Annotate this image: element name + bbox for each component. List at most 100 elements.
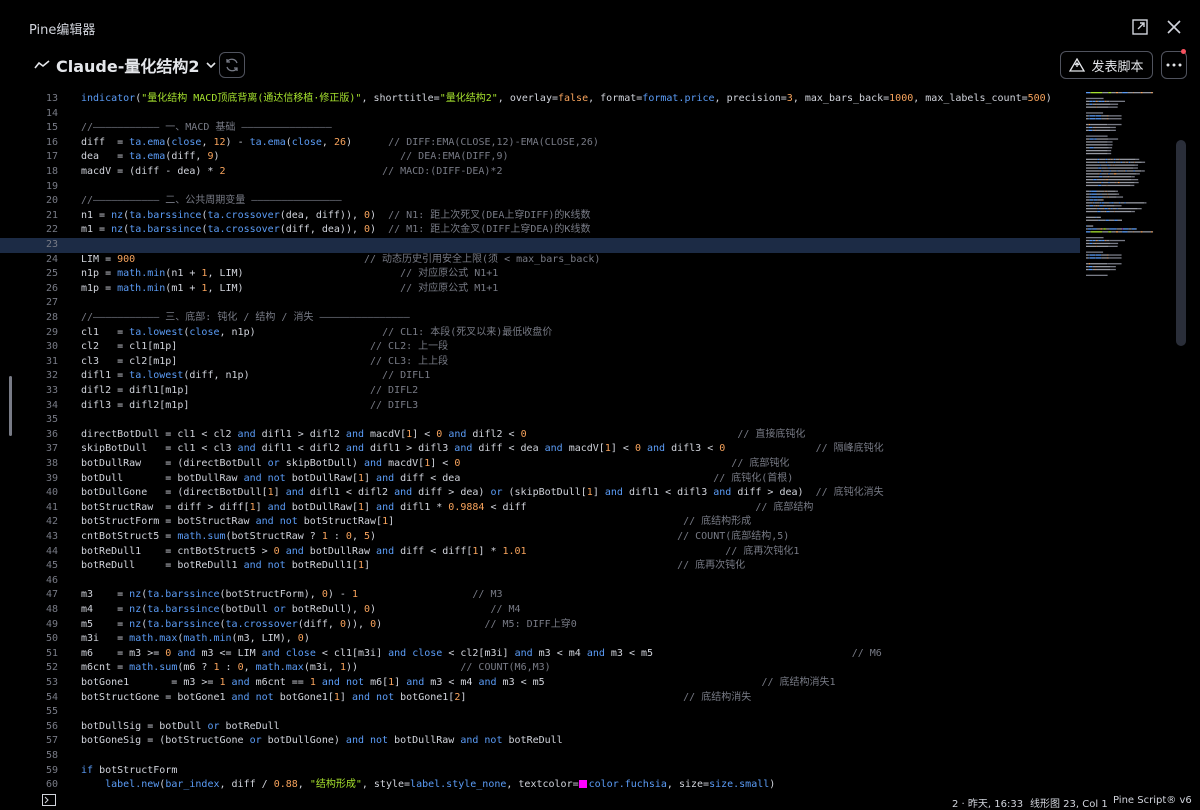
code-line[interactable]: 14 bbox=[0, 107, 1080, 122]
code-line[interactable]: 31 cl3 = cl2[m1p] // CL3: 上上段 bbox=[0, 355, 1080, 370]
code-token: botReDull = botReDull1 bbox=[81, 560, 244, 572]
script-selector[interactable]: Claude-量化结构2 bbox=[34, 53, 216, 77]
code-line[interactable]: 44 botReDull1 = cntBotStruct5 > 0 and bot… bbox=[0, 545, 1080, 560]
minimap-mark bbox=[1106, 184, 1108, 187]
code-line[interactable]: 36 directBotDull = cl1 < cl2 and difl1 > … bbox=[0, 428, 1080, 443]
code-token: , bbox=[243, 662, 256, 674]
code-line[interactable]: 58 bbox=[0, 749, 1080, 764]
code-text: difl2 = difl1[m1p] // DIFL2 bbox=[81, 384, 418, 399]
code-line[interactable]: 45 botReDull = botReDull1 and not botReDu… bbox=[0, 559, 1080, 574]
more-button[interactable] bbox=[1161, 51, 1187, 79]
code-token: diff > dea) bbox=[731, 487, 816, 499]
terminal-icon[interactable] bbox=[42, 794, 56, 809]
code-line[interactable]: 53 botGone1 = m3 >= 1 and m6cnt == 1 and … bbox=[0, 676, 1080, 691]
code-line[interactable]: 29 cl1 = ta.lowest(close, n1p) // CL1: 本段… bbox=[0, 326, 1080, 341]
code-line[interactable]: 18 macdV = (diff - dea) * 2 // MACD:(DIFF… bbox=[0, 165, 1080, 180]
code-line[interactable]: 21 n1 = nz(ta.barssince(ta.crossover(dea,… bbox=[0, 209, 1080, 224]
code-line[interactable]: 54 botStructGone = botGone1 and not botGo… bbox=[0, 691, 1080, 706]
panel-resize-handle[interactable] bbox=[9, 376, 12, 436]
code-line[interactable]: 47 m3 = nz(ta.barssince(botStructForm), 0… bbox=[0, 588, 1080, 603]
code-line[interactable]: 19 bbox=[0, 180, 1080, 195]
code-line[interactable]: 56 botDullSig = botDull or botReDull bbox=[0, 720, 1080, 735]
popout-icon[interactable] bbox=[1131, 18, 1149, 36]
code-line[interactable]: 24 LIM = 900 // 动态历史引用安全上限(须 < max_bars_b… bbox=[0, 253, 1080, 268]
code-line[interactable]: 55 bbox=[0, 705, 1080, 720]
code-token: ) bbox=[370, 209, 389, 221]
code-line[interactable]: 28 //——————————— 三、底部: 钝化 / 结构 / 消失 —————… bbox=[0, 311, 1080, 326]
code-line[interactable]: 52 m6cnt = math.sum(m6 ? 1 : 0, math.max(… bbox=[0, 661, 1080, 676]
code-line[interactable]: 38 botDullRaw = (directBotDull or skipBot… bbox=[0, 457, 1080, 472]
code-line[interactable]: 16 diff = ta.ema(close, 12) - ta.ema(clos… bbox=[0, 136, 1080, 151]
minimap-mark bbox=[1093, 138, 1095, 140]
minimap-mark bbox=[1104, 202, 1110, 204]
code-line[interactable]: 33 difl2 = difl1[m1p] // DIFL2 bbox=[0, 384, 1080, 399]
code-line[interactable]: 25 n1p = math.min(n1 + 1, LIM) // 对应原公式 N… bbox=[0, 267, 1080, 282]
code-line[interactable]: 17 dea = ta.ema(diff, 9) // DEA:EMA(DIFF,… bbox=[0, 150, 1080, 165]
code-line[interactable]: 22 m1 = nz(ta.barssince(ta.crossover(diff… bbox=[0, 223, 1080, 238]
minimap-mark bbox=[1115, 161, 1121, 163]
minimap-mark bbox=[1122, 228, 1123, 230]
code-line[interactable]: 46 bbox=[0, 574, 1080, 589]
code-line[interactable]: 30 cl2 = cl1[m1p] // CL2: 上一段 bbox=[0, 340, 1080, 355]
code-line[interactable]: 42 botStructForm = botStructRaw and not b… bbox=[0, 515, 1080, 530]
code-token: "量化结构2" bbox=[439, 93, 498, 104]
code-token: ta.barssince bbox=[147, 589, 220, 601]
color-swatch bbox=[578, 780, 587, 789]
code-line[interactable]: 26 m1p = math.min(m1 + 1, LIM) // 对应原公式 M… bbox=[0, 282, 1080, 297]
minimap-mark bbox=[1097, 158, 1100, 160]
code-token: math.min bbox=[117, 282, 166, 294]
line-number: 51 bbox=[45, 647, 58, 659]
code-line[interactable]: 57 botGoneSig = (botStructGone or botDull… bbox=[0, 734, 1080, 749]
code-line[interactable]: 35 bbox=[0, 413, 1080, 428]
minimap-mark bbox=[1112, 164, 1115, 166]
code-token: and bbox=[406, 677, 425, 688]
minimap-mark bbox=[1111, 208, 1113, 210]
code-line[interactable]: 20 //——————————— 二、公共周期变量 ——————————————— bbox=[0, 194, 1080, 209]
minimap-mark bbox=[1111, 164, 1113, 166]
code-line[interactable]: 43 cntBotStruct5 = math.sum(botStructRaw … bbox=[0, 530, 1080, 545]
code-token: (skipBotDull[ bbox=[502, 487, 587, 499]
minimap-mark bbox=[1107, 193, 1108, 195]
vertical-scrollbar[interactable] bbox=[1176, 140, 1186, 346]
code-token: (diff, n1p) bbox=[183, 370, 383, 382]
code-editor[interactable]: 13 indicator("量化结构 MACD顶底背离(通达信移植·修正版)", … bbox=[0, 88, 1200, 792]
minimap-mark bbox=[1102, 199, 1103, 201]
code-line[interactable]: 51 m6 = m3 >= 0 and m3 <= LIM and close <… bbox=[0, 647, 1080, 662]
code-text: cl3 = cl2[m1p] // CL3: 上上段 bbox=[81, 355, 448, 370]
code-line[interactable]: 39 botDull = botDullRaw and not botDullRa… bbox=[0, 472, 1080, 487]
minimap-mark bbox=[1088, 115, 1090, 117]
code-line[interactable]: 49 m5 = nz(ta.barssince(ta.crossover(diff… bbox=[0, 618, 1080, 633]
code-text: indicator("量化结构 MACD顶底背离(通达信移植·修正版)", sh… bbox=[81, 92, 1052, 107]
code-token: m3 < m5 bbox=[496, 677, 762, 688]
code-line[interactable]: 41 botStructRaw = diff > diff[1] and botD… bbox=[0, 501, 1080, 516]
code-line[interactable]: 48 m4 = nz(ta.barssince(botDull or botReD… bbox=[0, 603, 1080, 618]
code-token: (m3, LIM), bbox=[231, 633, 298, 645]
minimap-mark bbox=[1124, 202, 1126, 204]
refresh-button[interactable] bbox=[219, 52, 245, 78]
minimap-mark bbox=[1086, 106, 1097, 108]
code-line[interactable]: 40 botDullGone = (directBotDull[1] and di… bbox=[0, 486, 1080, 501]
code-line[interactable]: 23 bbox=[0, 238, 1080, 253]
minimap-mark bbox=[1101, 202, 1104, 204]
code-text: cl1 = ta.lowest(close, n1p) // CL1: 本段(死… bbox=[81, 326, 552, 341]
code-line[interactable]: 37 skipBotDull = cl1 < cl3 and difl1 < di… bbox=[0, 442, 1080, 457]
minimap-mark bbox=[1104, 190, 1105, 192]
code-line[interactable]: 60 label.new(bar_index, diff / 0.88, "结构… bbox=[0, 778, 1080, 793]
publish-button[interactable]: 发表脚本 bbox=[1060, 51, 1153, 79]
code-line[interactable]: 15 //——————————— 一、MACD 基础 ——————————————… bbox=[0, 121, 1080, 136]
code-line[interactable]: 59 if botStructForm bbox=[0, 764, 1080, 779]
code-line[interactable]: 50 m3i = math.max(math.min(m3, LIM), 0) bbox=[0, 632, 1080, 647]
minimap-mark bbox=[1092, 126, 1095, 129]
code-line[interactable]: 13 indicator("量化结构 MACD顶底背离(通达信移植·修正版)", … bbox=[0, 92, 1080, 107]
close-icon[interactable] bbox=[1165, 18, 1183, 36]
code-minimap[interactable] bbox=[1085, 90, 1173, 280]
minimap-mark bbox=[1086, 202, 1093, 204]
minimap-mark bbox=[1089, 257, 1096, 259]
code-line[interactable]: 34 difl3 = difl2[m1p] // DIFL3 bbox=[0, 399, 1080, 414]
code-line[interactable]: 27 bbox=[0, 296, 1080, 311]
code-token: m3i = bbox=[81, 633, 130, 645]
code-line[interactable]: 32 difl1 = ta.lowest(diff, n1p) // DIFL1 bbox=[0, 369, 1080, 384]
minimap-mark bbox=[1098, 205, 1100, 207]
language-version[interactable]: Pine Script® v6 bbox=[1113, 795, 1192, 806]
code-token: close bbox=[171, 136, 202, 148]
